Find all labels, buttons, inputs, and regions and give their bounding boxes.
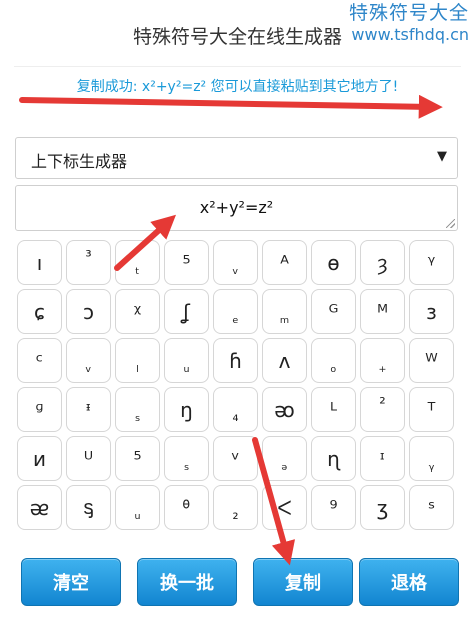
symbol-key[interactable]: ᶢ — [17, 387, 62, 432]
symbol-key[interactable]: ₛ — [115, 387, 160, 432]
symbol-key[interactable]: ₑ — [213, 289, 258, 334]
symbol-grid: ı ³ ₜ ⁵ ᵥ ᴬ ɵ ȝ ᵞ ɕ ↄ ᵡ ʆ ₑ ₘ ᴳ ᴹ ɜ ᶜ ᵥ ₗ ᵤ ɦ ᴧ ₒ ₊ ᵂ ᶢ ᶧ ₛ ŋ ₄ ᴔ ᴸ ² ᵀ ᴎ ᵁ ⁵ ₛ… — [17, 240, 457, 530]
symbol-key[interactable]: ŋ — [164, 387, 209, 432]
symbol-key[interactable]: ᐸ — [262, 485, 307, 530]
symbol-key[interactable]: ɜ — [409, 289, 454, 334]
symbol-key[interactable]: ʒ — [360, 485, 405, 530]
clear-button[interactable]: 清空 — [21, 558, 121, 606]
output-textarea[interactable]: x²+y²=z² — [15, 185, 458, 231]
generator-select-value: 上下标生成器 — [31, 152, 128, 171]
symbol-key[interactable]: ᶧ — [66, 387, 111, 432]
symbol-key[interactable]: ₄ — [213, 387, 258, 432]
symbol-key[interactable]: ᵧ — [409, 436, 454, 481]
symbol-key[interactable]: ↄ — [66, 289, 111, 334]
output-text: x²+y²=z² — [199, 198, 274, 217]
annotation-arrow-status — [19, 94, 443, 119]
symbol-key[interactable]: ₛ — [164, 436, 209, 481]
symbol-key[interactable]: ȝ — [360, 240, 405, 285]
symbol-key[interactable]: ᵥ — [213, 240, 258, 285]
symbol-key[interactable]: ₗ — [115, 338, 160, 383]
symbol-key[interactable]: ᵂ — [409, 338, 454, 383]
symbol-key[interactable]: ᶿ — [164, 485, 209, 530]
chevron-down-icon: ▼ — [437, 149, 447, 164]
symbol-key[interactable]: ᵞ — [409, 240, 454, 285]
generator-select[interactable]: 上下标生成器 ▼ — [15, 137, 458, 179]
symbol-key[interactable]: ³ — [66, 240, 111, 285]
symbol-key[interactable]: ᶦ — [360, 436, 405, 481]
symbol-key[interactable]: ɵ — [311, 240, 356, 285]
symbol-key[interactable]: ₜ — [115, 240, 160, 285]
refresh-batch-button[interactable]: 换一批 — [137, 558, 237, 606]
copy-button[interactable]: 复制 — [253, 558, 353, 606]
symbol-key[interactable]: ₔ — [262, 436, 307, 481]
symbol-key[interactable]: ⁵ — [164, 240, 209, 285]
symbol-key[interactable]: ᵛ — [213, 436, 258, 481]
symbol-key[interactable]: ₂ — [213, 485, 258, 530]
symbol-key[interactable]: ᵡ — [115, 289, 160, 334]
symbol-key[interactable]: ᶜ — [17, 338, 62, 383]
copy-status-message: 复制成功: x²+y²=z² 您可以直接粘贴到其它地方了! — [76, 79, 399, 95]
symbol-key[interactable]: ᴸ — [311, 387, 356, 432]
symbol-key[interactable]: ɦ — [213, 338, 258, 383]
symbol-key[interactable]: ᴂ — [17, 485, 62, 530]
symbol-key[interactable]: ˢ — [409, 485, 454, 530]
symbol-key[interactable]: ᴹ — [360, 289, 405, 334]
symbol-key[interactable]: ʆ — [164, 289, 209, 334]
symbol-key[interactable]: ₒ — [311, 338, 356, 383]
symbol-key[interactable]: ᴬ — [262, 240, 307, 285]
symbol-key[interactable]: ² — [360, 387, 405, 432]
symbol-key[interactable]: ᴳ — [311, 289, 356, 334]
symbol-key[interactable]: ᴎ — [17, 436, 62, 481]
symbol-key[interactable]: ⁵ — [115, 436, 160, 481]
symbol-key[interactable]: ᵤ — [164, 338, 209, 383]
symbol-key[interactable]: ᵥ — [66, 338, 111, 383]
symbol-key[interactable]: ᶊ — [66, 485, 111, 530]
symbol-key[interactable]: ᴧ — [262, 338, 307, 383]
symbol-key[interactable]: ₘ — [262, 289, 307, 334]
symbol-key[interactable]: ⁹ — [311, 485, 356, 530]
symbol-key[interactable]: ᵤ — [115, 485, 160, 530]
backspace-button[interactable]: 退格 — [359, 558, 459, 606]
symbol-key[interactable]: ᴔ — [262, 387, 307, 432]
site-watermark: 特殊符号大全 www.tsfhdq.cn — [349, 2, 469, 44]
header-divider — [14, 66, 461, 67]
resize-handle-icon[interactable] — [446, 219, 455, 228]
watermark-url: www.tsfhdq.cn — [351, 24, 469, 44]
symbol-key[interactable]: ı — [17, 240, 62, 285]
symbol-key[interactable]: ɕ — [17, 289, 62, 334]
symbol-key[interactable]: ᵀ — [409, 387, 454, 432]
watermark-site-name: 特殊符号大全 — [348, 2, 469, 24]
symbol-key[interactable]: ɳ — [311, 436, 356, 481]
symbol-key[interactable]: ᵁ — [66, 436, 111, 481]
symbol-key[interactable]: ₊ — [360, 338, 405, 383]
